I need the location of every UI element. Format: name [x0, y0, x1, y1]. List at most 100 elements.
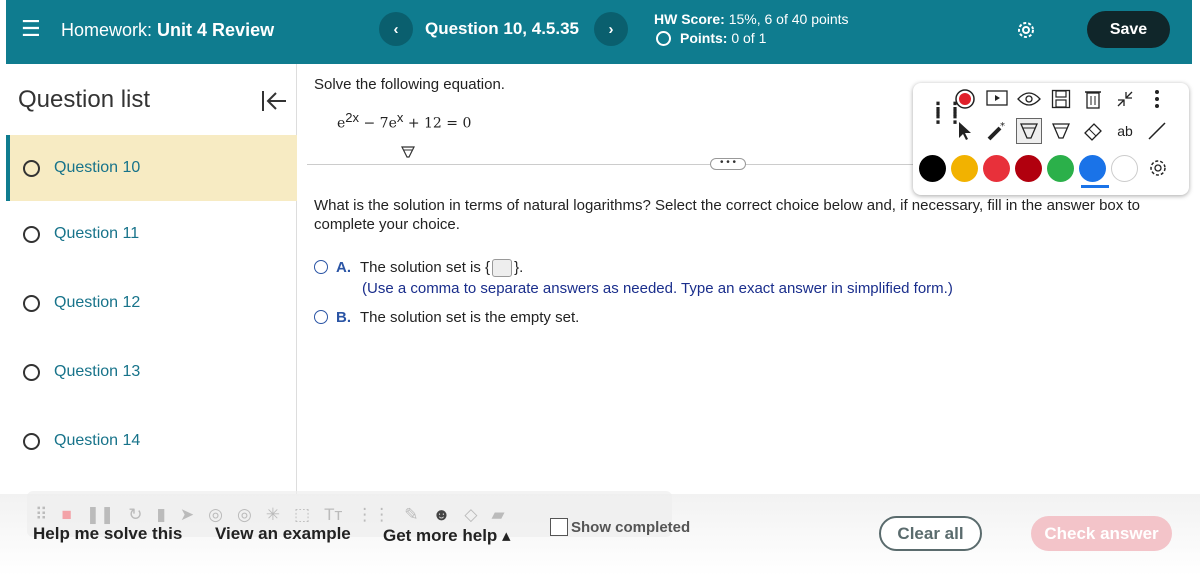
clear-all-button[interactable]: Clear all [879, 516, 982, 551]
question-item-label: Question 12 [54, 294, 141, 311]
equation-term: + 12 = 0 [403, 115, 472, 132]
eraser-icon[interactable] [1080, 118, 1106, 144]
equation-term: − 7 [359, 115, 389, 132]
score-panel: HW Score: 15%, 6 of 40 points Points: 0 … [654, 10, 849, 48]
svg-text:*: * [1000, 121, 1005, 132]
question-status-icon [23, 159, 40, 177]
stop-icon: ■ [61, 505, 72, 524]
selected-color-indicator [1081, 185, 1109, 188]
grip-icon: ⠿ [35, 505, 48, 524]
app-root: ☰ Homework: Unit 4 Review ‹ Question 10,… [0, 0, 1200, 576]
question-status-icon [23, 363, 40, 381]
hw-score-value: 15%, 6 of 40 points [728, 11, 849, 27]
question-title: Question 10, 4.5.35 [425, 19, 580, 38]
grid-icon: ⋮⋮ [356, 505, 391, 524]
choice-a-radio[interactable] [314, 260, 328, 274]
magnify-icon: ◎ [208, 505, 223, 524]
spotlight-icon: ✳ [265, 505, 281, 524]
select-icon: ⬚ [294, 505, 311, 524]
color-swatch-black[interactable] [919, 155, 946, 182]
pointer-icon[interactable] [952, 118, 978, 144]
top-header: ☰ Homework: Unit 4 Review ‹ Question 10,… [6, 0, 1192, 64]
question-status-icon [23, 432, 40, 450]
refresh-icon: ↻ [128, 505, 143, 524]
points-value: 0 of 1 [731, 30, 767, 46]
highlighter-tool-icon[interactable] [1016, 118, 1042, 144]
show-completed-toggle[interactable]: Show completed [550, 518, 690, 536]
choice-text: The solution set is {}. [360, 259, 524, 278]
save-button[interactable]: Save [1087, 11, 1170, 48]
color-swatch-dark-red[interactable] [1015, 155, 1042, 182]
equation: e2x − 7ex + 12 = 0 [337, 110, 471, 132]
marker-icon[interactable] [1048, 118, 1074, 144]
eraser-icon: ◇ [464, 505, 478, 524]
question-list-item[interactable]: Question 12 [6, 270, 297, 336]
video-icon[interactable] [984, 86, 1010, 112]
save-disk-icon[interactable] [1048, 86, 1074, 112]
question-list-item[interactable]: Question 14 [6, 408, 297, 474]
collapse-sidebar-icon[interactable] [260, 88, 288, 114]
choice-letter: A. [336, 259, 351, 276]
more-options-handle[interactable]: • • • [710, 158, 746, 170]
question-list-item[interactable]: Question 11 [6, 201, 297, 267]
settings-gear-icon[interactable] [1014, 18, 1038, 42]
prev-question-button[interactable]: ‹ [379, 12, 413, 46]
emoji-icon: ☻ [432, 505, 451, 524]
trash-icon: ▮ [156, 505, 166, 524]
question-list-item[interactable]: Question 13 [6, 339, 297, 405]
color-swatch-blue[interactable] [1079, 155, 1106, 182]
trash-icon[interactable] [1080, 86, 1106, 112]
pointer-icon: ➤ [179, 505, 195, 524]
question-item-label: Question 13 [54, 363, 141, 380]
answer-input-box[interactable] [492, 259, 513, 278]
magnify-icon: ◎ [236, 505, 252, 524]
hw-score-label: HW Score: [654, 11, 725, 27]
magic-pen-icon[interactable]: * [984, 118, 1010, 144]
color-swatch-yellow[interactable] [951, 155, 978, 182]
question-list-item[interactable]: Question 10 [6, 135, 297, 201]
text-size-icon: Tт [324, 505, 343, 524]
highlighter-icon[interactable] [401, 145, 415, 164]
question-item-label: Question 11 [54, 225, 140, 242]
help-me-solve-button[interactable]: Help me solve this [33, 524, 182, 544]
homework-prefix: Homework: [61, 20, 153, 40]
question-status-icon [23, 294, 40, 312]
color-swatch-green[interactable] [1047, 155, 1074, 182]
line-tool-icon[interactable] [1144, 118, 1170, 144]
points-status-icon [656, 31, 671, 46]
menu-icon[interactable]: ☰ [21, 18, 41, 40]
text-tool-label: ab [1117, 123, 1133, 139]
choice-b[interactable]: B. The solution set is the empty set. [314, 309, 579, 326]
choice-b-radio[interactable] [314, 310, 328, 324]
record-icon[interactable] [952, 86, 978, 112]
choice-a[interactable]: A. The solution set is {}. [314, 259, 524, 278]
video-icon: ▰ [491, 505, 505, 524]
show-completed-checkbox[interactable] [550, 518, 568, 536]
faded-toolbar-icons: ⠿ ■ ❚❚ ↻ ▮ ➤ ◎ ◎ ✳ ⬚ Tт ⋮⋮ ✎ ☻ ◇ ▰ [35, 505, 505, 525]
choice-text-end: }. [514, 259, 524, 276]
points-label: Points: [680, 30, 728, 46]
next-question-button[interactable]: › [594, 12, 628, 46]
view-example-button[interactable]: View an example [215, 524, 351, 544]
color-swatch-white[interactable] [1111, 155, 1138, 182]
choice-letter: B. [336, 309, 351, 326]
equation-exponent: 2x [345, 110, 360, 125]
show-completed-label: Show completed [571, 518, 691, 536]
question-status-icon [23, 225, 40, 243]
minimize-icon[interactable] [1112, 86, 1138, 112]
toolbar-settings-icon[interactable] [1145, 155, 1171, 181]
question-item-label: Question 10 [54, 159, 141, 176]
more-vertical-icon[interactable] [1144, 86, 1170, 112]
pause-icon: ❚❚ [85, 505, 115, 524]
equation-base: e [388, 115, 397, 132]
answer-hint: (Use a comma to separate answers as need… [362, 280, 953, 297]
get-more-help-button[interactable]: Get more help ▴ [383, 526, 511, 546]
homework-title: Homework: Unit 4 Review [61, 20, 274, 41]
text-tool-icon[interactable]: ab [1112, 118, 1138, 144]
choice-text: The solution set is the empty set. [360, 309, 580, 326]
color-swatch-red[interactable] [983, 155, 1010, 182]
eye-icon[interactable] [1016, 86, 1042, 112]
homework-name: Unit 4 Review [157, 20, 275, 40]
check-answer-button[interactable]: Check answer [1031, 516, 1172, 551]
pen-icon: ✎ [404, 505, 419, 524]
